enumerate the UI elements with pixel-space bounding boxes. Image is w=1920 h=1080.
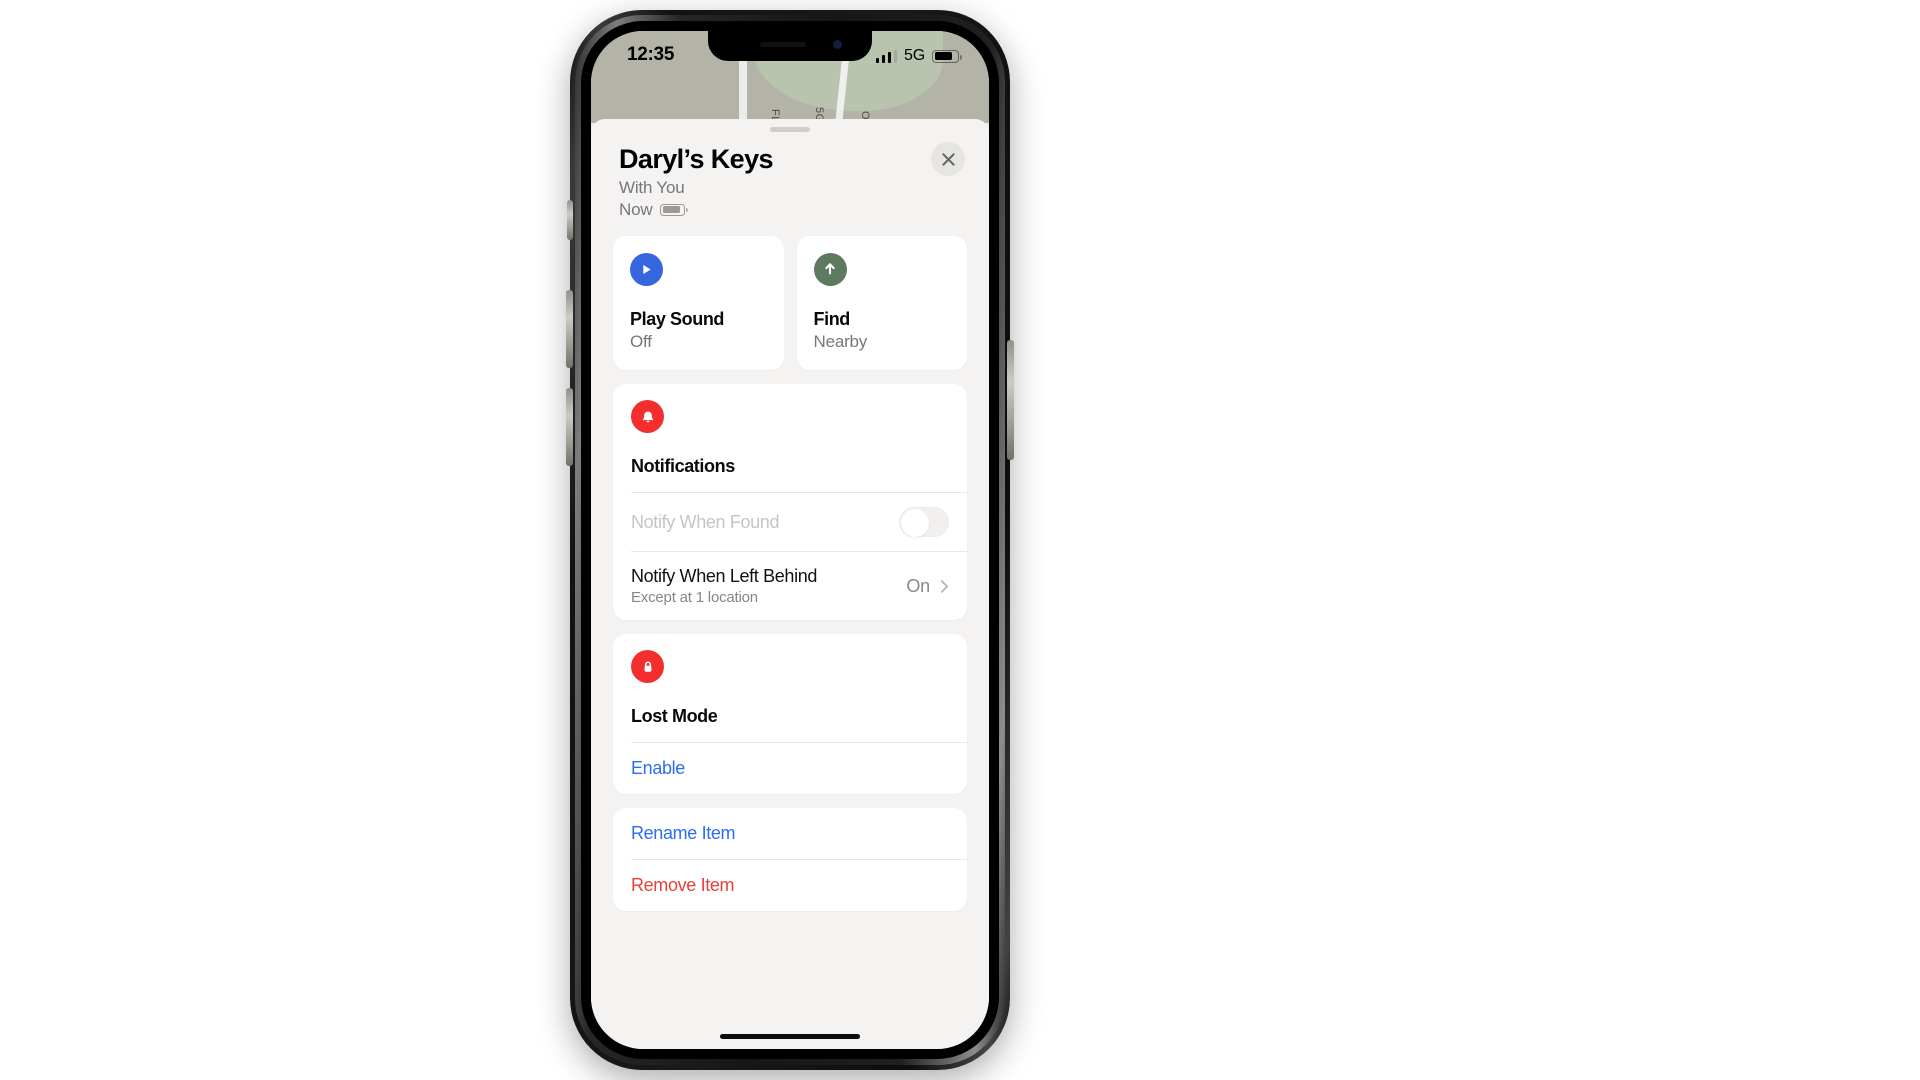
status-time: 12:35 [627,44,675,65]
notify-when-left-behind-value: On [906,575,930,596]
sheet-header: Daryl’s Keys With You Now [591,132,989,220]
battery-icon [660,203,688,216]
play-sound-title: Play Sound [630,308,725,329]
arrow-up-icon [813,252,847,286]
notifications-header: Notifications [613,384,967,492]
lost-mode-title: Lost Mode [631,706,718,727]
item-timestamp-row: Now [619,200,961,220]
row-text: Notify When Left Behind Except at 1 loca… [631,566,906,606]
notify-when-left-behind-sublabel: Except at 1 location [631,589,758,607]
item-owner-status: With You [619,177,685,197]
item-detail-sheet: Daryl’s Keys With You Now Play Sound Off… [591,119,989,1049]
row-text: Notify When Found [631,512,899,533]
remove-item-button[interactable]: Remove Item [613,860,967,911]
earpiece-speaker [760,42,806,47]
notify-when-found-toggle[interactable] [899,507,949,538]
close-icon [941,152,955,166]
phone-screen: Express FLAX 5GAT OUM Lincoln Ce 12:35 5… [591,31,989,1049]
notifications-group: Notifications Notify When Found Notify W… [613,384,967,621]
power-button[interactable] [1007,340,1014,460]
page-title: Daryl’s Keys [619,144,774,174]
lost-mode-enable-button[interactable]: Enable [613,743,967,794]
notify-when-left-behind-label: Notify When Left Behind [631,566,818,587]
status-indicators: 5G [875,47,962,65]
ringer-switch[interactable] [567,200,573,240]
screenshot-root: Express FLAX 5GAT OUM Lincoln Ce 12:35 5… [0,0,1920,1080]
battery-icon [932,49,962,63]
play-sound-status: Off [630,332,652,352]
volume-up-button[interactable] [566,290,573,368]
play-sound-card[interactable]: Play Sound Off [613,235,784,371]
lost-mode-group: Lost Mode Enable [613,634,967,795]
cellular-signal-icon [875,49,898,63]
find-card[interactable]: Find Nearby [796,235,967,371]
item-actions-group: Rename Item Remove Item [613,808,967,912]
notify-when-found-row: Notify When Found [613,493,967,551]
notify-when-left-behind-row[interactable]: Notify When Left Behind Except at 1 loca… [613,552,967,620]
chevron-right-icon [940,579,949,593]
notch [708,31,872,61]
home-indicator[interactable] [720,1034,860,1039]
find-title: Find [813,308,851,329]
front-camera [833,40,842,49]
play-icon [630,252,663,286]
notify-when-found-label: Notify When Found [631,512,780,533]
network-type-label: 5G [904,47,925,64]
iphone-device: Express FLAX 5GAT OUM Lincoln Ce 12:35 5… [566,10,1014,1070]
find-status: Nearby [813,332,868,352]
toggle-knob [901,509,929,538]
bell-icon [631,400,664,434]
lost-mode-header: Lost Mode [613,634,967,742]
lock-icon [631,650,664,684]
item-timestamp: Now [619,199,653,219]
action-cards: Play Sound Off Find Nearby [591,235,989,371]
close-button[interactable] [931,142,965,176]
notifications-title: Notifications [631,456,735,477]
rename-item-button[interactable]: Rename Item [613,808,967,859]
volume-down-button[interactable] [566,388,573,466]
